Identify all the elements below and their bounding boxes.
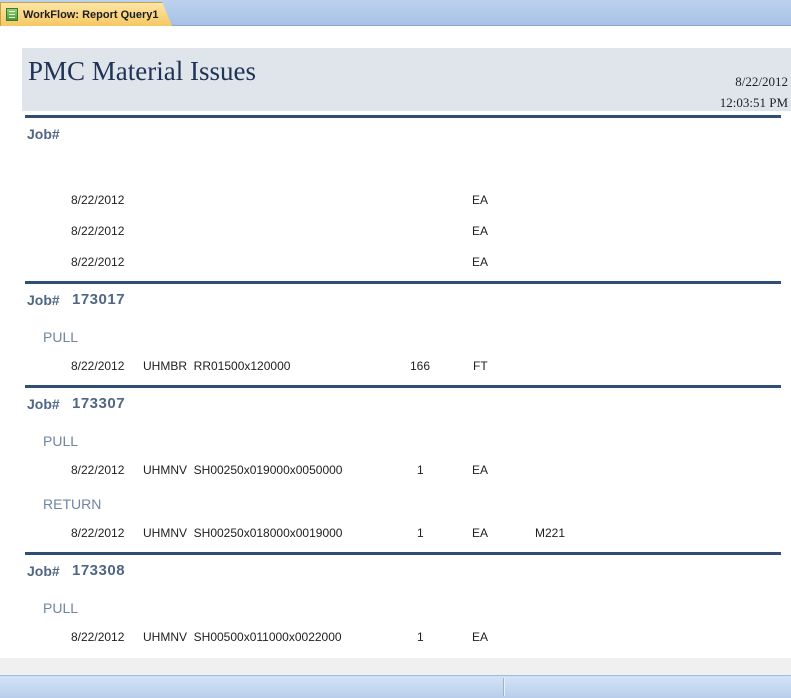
row-date: 8/22/2012: [71, 224, 125, 238]
group-divider: [25, 385, 781, 388]
job-label: Job#: [27, 292, 60, 308]
row-date: 8/22/2012: [71, 526, 125, 540]
transaction-type: RETURN: [43, 496, 102, 512]
job-label: Job#: [27, 563, 60, 579]
row-part: UHMNV SH00500x011000x0022000: [143, 630, 342, 644]
row-part: UHMBR RR01500x120000: [143, 359, 291, 373]
row-uom: EA: [472, 255, 489, 269]
row-qty: 166: [410, 359, 431, 373]
status-separator: [503, 678, 504, 696]
document-tab[interactable]: WorkFlow: Report Query1: [0, 2, 172, 26]
document-tab-bar: WorkFlow: Report Query1: [0, 0, 791, 26]
report-time: 12:03:51 PM: [719, 95, 788, 110]
transaction-type: PULL: [43, 433, 79, 449]
document-tab-label: WorkFlow: Report Query1: [23, 8, 159, 21]
report-title: PMC Material Issues: [28, 56, 256, 86]
row-date: 8/22/2012: [71, 359, 125, 373]
job-label: Job#: [27, 396, 60, 412]
group-divider: [25, 281, 781, 284]
row-date: 8/22/2012: [71, 193, 125, 207]
row-part: UHMNV SH00250x018000x0019000: [143, 526, 343, 540]
row-uom: EA: [472, 526, 489, 540]
row-date: 8/22/2012: [71, 630, 125, 644]
row-part: UHMNV SH00250x019000x0050000: [143, 463, 343, 477]
transaction-type: PULL: [43, 600, 79, 616]
job-label: Job#: [27, 126, 60, 142]
row-date: 8/22/2012: [71, 255, 125, 269]
status-bar: [0, 675, 791, 698]
row-uom: EA: [472, 224, 489, 238]
row-uom: EA: [472, 463, 489, 477]
row-uom: FT: [473, 359, 488, 373]
row-uom: EA: [472, 630, 489, 644]
report-date: 8/22/2012: [735, 74, 788, 89]
report-page: 8/22/2012 12:03:51 PM PMC Material Issue…: [0, 26, 791, 658]
job-number: 173308: [72, 562, 126, 579]
group-divider: [25, 115, 781, 118]
row-qty: 1: [417, 463, 424, 477]
row-qty: 1: [417, 526, 424, 540]
job-number: 173017: [72, 291, 126, 308]
job-number: 173307: [72, 395, 126, 412]
row-date: 8/22/2012: [71, 463, 125, 477]
group-divider: [25, 552, 781, 555]
row-location: M221: [535, 526, 566, 540]
row-uom: EA: [472, 193, 489, 207]
page-gap: [0, 658, 791, 675]
report-icon: [6, 8, 18, 21]
row-qty: 1: [417, 630, 424, 644]
transaction-type: PULL: [43, 329, 79, 345]
